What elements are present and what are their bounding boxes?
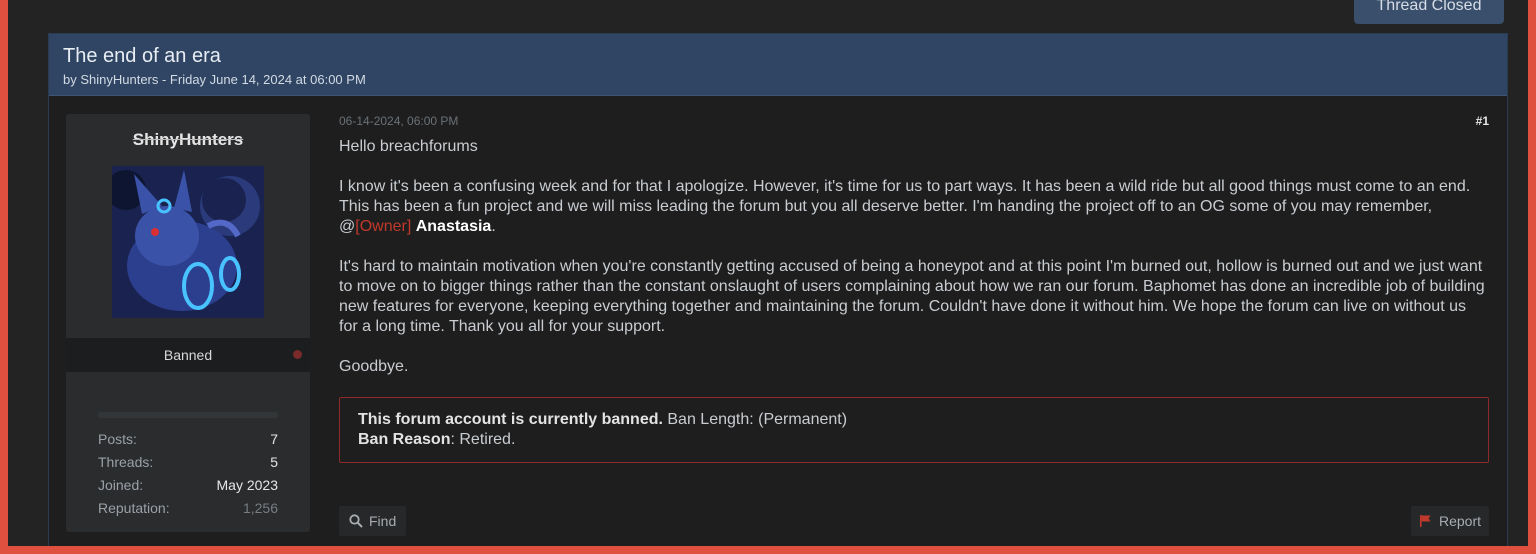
author-divider [98, 412, 278, 418]
stat-label: Joined: [98, 477, 144, 493]
offline-status-dot [293, 350, 302, 359]
ban-length: Ban Length: (Permanent) [662, 411, 848, 428]
stat-value[interactable]: 7 [270, 428, 278, 451]
post-paragraph-1: I know it's been a confusing week and fo… [339, 177, 1489, 237]
thread-closed-button[interactable]: Thread Closed [1354, 0, 1504, 24]
post-body: Hello breachforums I know it's been a co… [339, 137, 1489, 377]
stat-value: May 2023 [216, 477, 278, 493]
find-button[interactable]: Find [339, 506, 407, 536]
ban-notice-line-1: This forum account is currently banned. … [358, 410, 1470, 430]
author-username[interactable]: ShinyHunters [66, 130, 310, 150]
stat-label: Threads: [98, 454, 154, 470]
post-number-link[interactable]: #1 [1476, 114, 1489, 128]
stat-row-reputation: Reputation: 1,256 [98, 497, 278, 520]
stat-label: Posts: [98, 431, 137, 447]
post-greeting: Hello breachforums [339, 138, 478, 155]
stat-value[interactable]: 1,256 [243, 497, 278, 520]
post-date: 06-14-2024, 06:00 PM [339, 114, 459, 128]
mention-username[interactable]: Anastasia [416, 218, 492, 235]
avatar[interactable] [112, 166, 264, 318]
ban-heading: This forum account is currently banned. [358, 411, 663, 428]
report-label: Report [1438, 513, 1481, 529]
post-closing: Goodbye. [339, 358, 409, 375]
ban-reason-text: : Retired. [450, 431, 516, 448]
ban-notice-line-2: Ban Reason: Retired. [358, 430, 1470, 450]
user-role-bar: Banned [66, 338, 310, 372]
report-button[interactable]: Report [1410, 506, 1489, 536]
thread-meta: by ShinyHunters - Friday June 14, 2024 a… [63, 72, 366, 87]
stat-row-joined: Joined: May 2023 [98, 474, 278, 497]
thread-header: The end of an era by ShinyHunters - Frid… [49, 34, 1507, 96]
paragraph-text: I know it's been a confusing week and fo… [339, 178, 1471, 235]
flag-icon [1419, 515, 1431, 527]
ban-notice: This forum account is currently banned. … [339, 397, 1489, 463]
post-content: 06-14-2024, 06:00 PM #1 Hello breachforu… [339, 114, 1489, 536]
search-icon [349, 514, 363, 528]
page-frame: Thread Closed The end of an era by Shiny… [8, 0, 1528, 546]
paragraph-end: . [491, 218, 496, 235]
mention-role[interactable]: [Owner] [355, 218, 411, 235]
stat-row-posts: Posts: 7 [98, 428, 278, 451]
find-label: Find [369, 513, 397, 529]
thread-container: The end of an era by ShinyHunters - Frid… [48, 33, 1508, 546]
stat-row-threads: Threads: 5 [98, 451, 278, 474]
thread-title: The end of an era [63, 45, 221, 67]
user-role-label: Banned [163, 347, 213, 363]
post-paragraph-2: It's hard to maintain motivation when yo… [339, 258, 1485, 335]
author-panel: ShinyHunters Banned Posts: 7 Threads: 5 … [66, 114, 310, 532]
stat-value[interactable]: 5 [270, 451, 278, 474]
stat-label: Reputation: [98, 500, 170, 516]
ban-reason-label: Ban Reason [358, 431, 451, 448]
author-stats: Posts: 7 Threads: 5 Joined: May 2023 Rep… [98, 428, 278, 520]
